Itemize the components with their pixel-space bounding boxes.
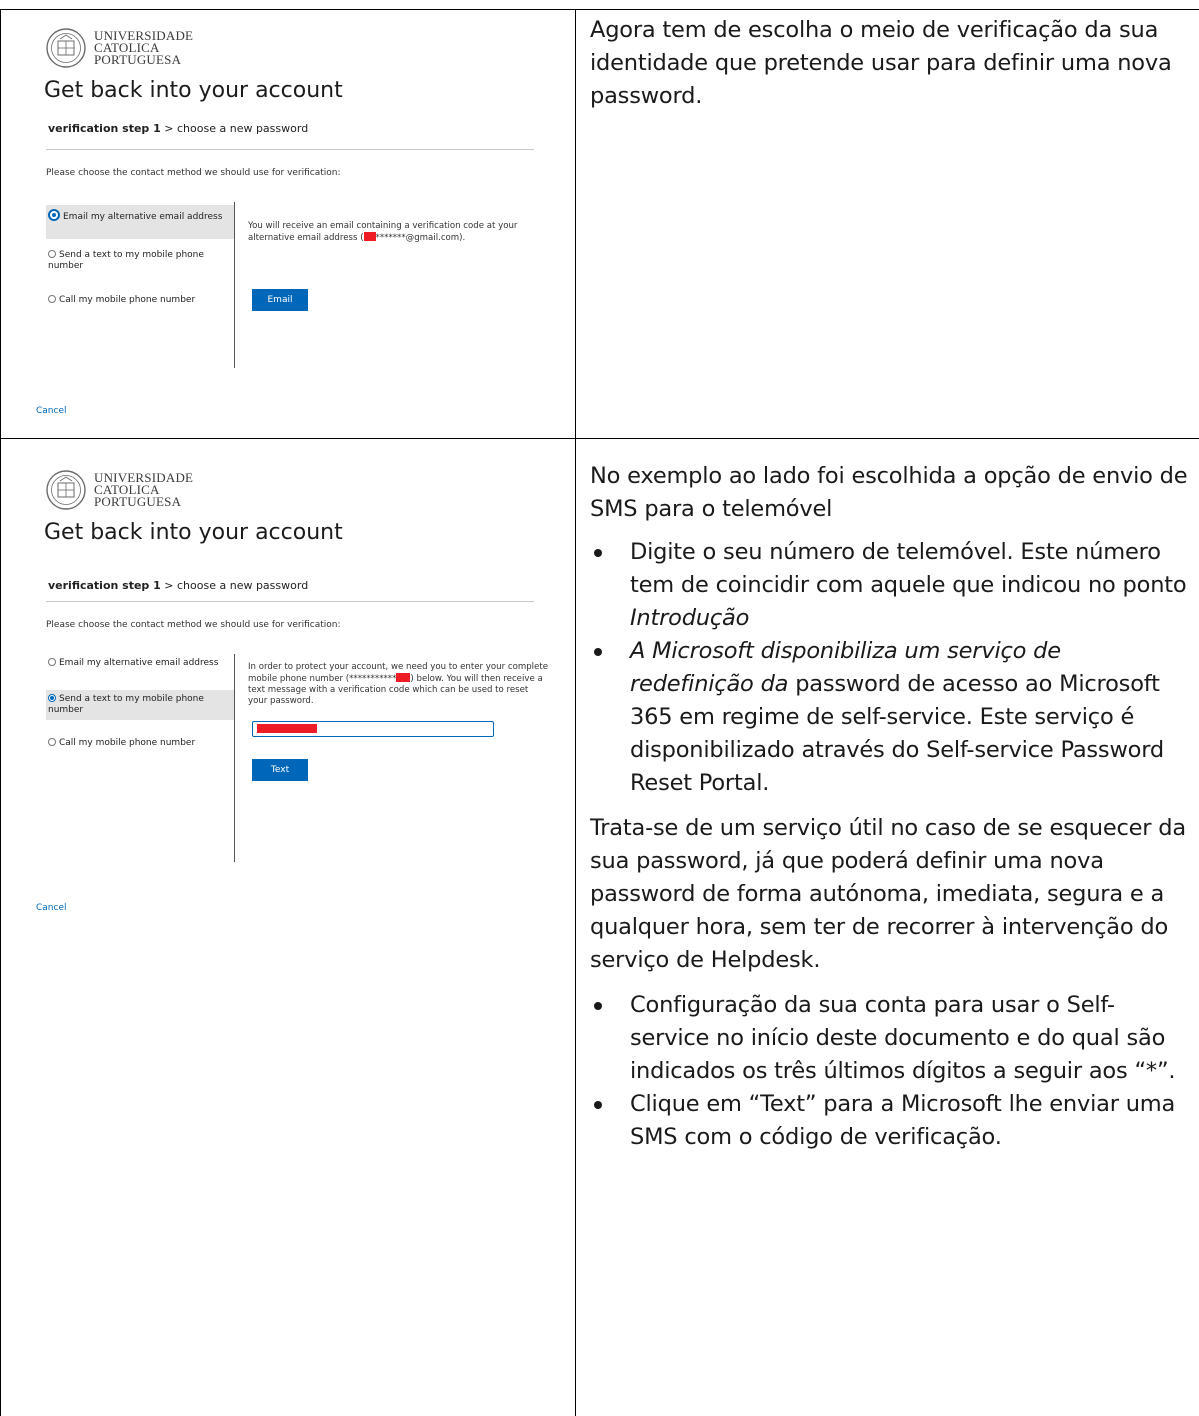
divider	[46, 149, 534, 150]
radio-icon[interactable]	[48, 250, 56, 258]
redaction-mark	[396, 673, 411, 682]
university-seal-icon	[46, 28, 86, 68]
bullet-item: Configuração da sua conta para usar o Se…	[590, 989, 1190, 1088]
table-column-divider	[575, 9, 576, 1416]
breadcrumb: verification step 1 > choose a new passw…	[48, 579, 308, 592]
university-name: UNIVERSIDADE CATOLICA PORTUGUESA	[94, 470, 194, 509]
redaction-mark	[363, 232, 376, 241]
text-button[interactable]: Text	[252, 759, 308, 781]
table-border-top	[0, 9, 1199, 10]
option-email[interactable]: Email my alternative email address	[46, 654, 234, 684]
radio-icon[interactable]	[48, 658, 56, 666]
redaction-mark	[257, 724, 317, 733]
cancel-link[interactable]: Cancel	[36, 406, 67, 416]
screenshot-text-option: UNIVERSIDADE CATOLICA PORTUGUESA Get bac…	[36, 470, 549, 920]
option-label: Email my alternative email address	[63, 212, 223, 222]
option-call[interactable]: Call my mobile phone number	[46, 734, 234, 754]
bullet-item: Digite o seu número de telemóvel. Este n…	[590, 536, 1190, 635]
radio-selected-icon[interactable]	[48, 694, 56, 702]
verification-prompt: Please choose the contact method we shou…	[46, 168, 341, 178]
table-border-left	[0, 9, 1, 1416]
option-text[interactable]: Send a text to my mobile phone number	[46, 690, 234, 720]
option-label: Call my mobile phone number	[59, 295, 196, 305]
document-table: UNIVERSIDADE CATOLICA PORTUGUESA Get bac…	[0, 0, 1199, 1416]
bullet-item: A Microsoft disponibiliza um serviço de …	[590, 635, 1190, 800]
intro-paragraph: No exemplo ao lado foi escolhida a opção…	[590, 463, 1188, 522]
method-description: You will receive an email containing a v…	[248, 221, 518, 243]
radio-icon[interactable]	[48, 738, 56, 746]
table-row-divider	[0, 438, 1199, 439]
option-label: Email my alternative email address	[59, 658, 219, 668]
university-name: UNIVERSIDADE CATOLICA PORTUGUESA	[94, 28, 194, 67]
radio-icon[interactable]	[48, 295, 56, 303]
phone-number-input[interactable]	[252, 721, 494, 737]
breadcrumb-next-step: > choose a new password	[160, 122, 309, 135]
instruction-paragraph: Agora tem de escolha o meio de verificaç…	[590, 17, 1172, 109]
option-text[interactable]: Send a text to my mobile phone number	[46, 246, 234, 276]
vertical-separator	[234, 654, 235, 862]
bullet-list-2: Configuração da sua conta para usar o Se…	[590, 989, 1190, 1154]
option-label: Call my mobile phone number	[59, 738, 196, 748]
breadcrumb-next-step: > choose a new password	[160, 579, 309, 592]
page-title: Get back into your account	[44, 78, 343, 103]
method-description: In order to protect your account, we nee…	[248, 662, 549, 706]
body-paragraph: Trata-se de um serviço útil no caso de s…	[590, 815, 1186, 973]
bullet-item: Clique em “Text” para a Microsoft lhe en…	[590, 1088, 1190, 1154]
instruction-text-2: No exemplo ao lado foi escolhida a opção…	[590, 460, 1190, 1154]
option-label: Send a text to my mobile phone number	[48, 250, 204, 271]
option-email[interactable]: Email my alternative email address	[46, 205, 234, 239]
vertical-separator	[234, 202, 235, 368]
cancel-link[interactable]: Cancel	[36, 903, 67, 913]
university-seal-icon	[46, 470, 86, 510]
screenshot-email-option: UNIVERSIDADE CATOLICA PORTUGUESA Get bac…	[36, 28, 546, 428]
bullet-list-1: Digite o seu número de telemóvel. Este n…	[590, 536, 1190, 800]
verification-prompt: Please choose the contact method we shou…	[46, 620, 341, 630]
breadcrumb-current-step: verification step 1	[48, 122, 161, 135]
radio-selected-icon[interactable]	[48, 209, 60, 221]
instruction-text-1: Agora tem de escolha o meio de verificaç…	[590, 14, 1190, 113]
breadcrumb: verification step 1 > choose a new passw…	[48, 122, 308, 135]
breadcrumb-current-step: verification step 1	[48, 579, 161, 592]
option-call[interactable]: Call my mobile phone number	[46, 291, 234, 311]
option-label: Send a text to my mobile phone number	[48, 694, 204, 715]
email-button[interactable]: Email	[252, 289, 308, 311]
divider	[46, 601, 534, 602]
page-title: Get back into your account	[44, 520, 343, 545]
